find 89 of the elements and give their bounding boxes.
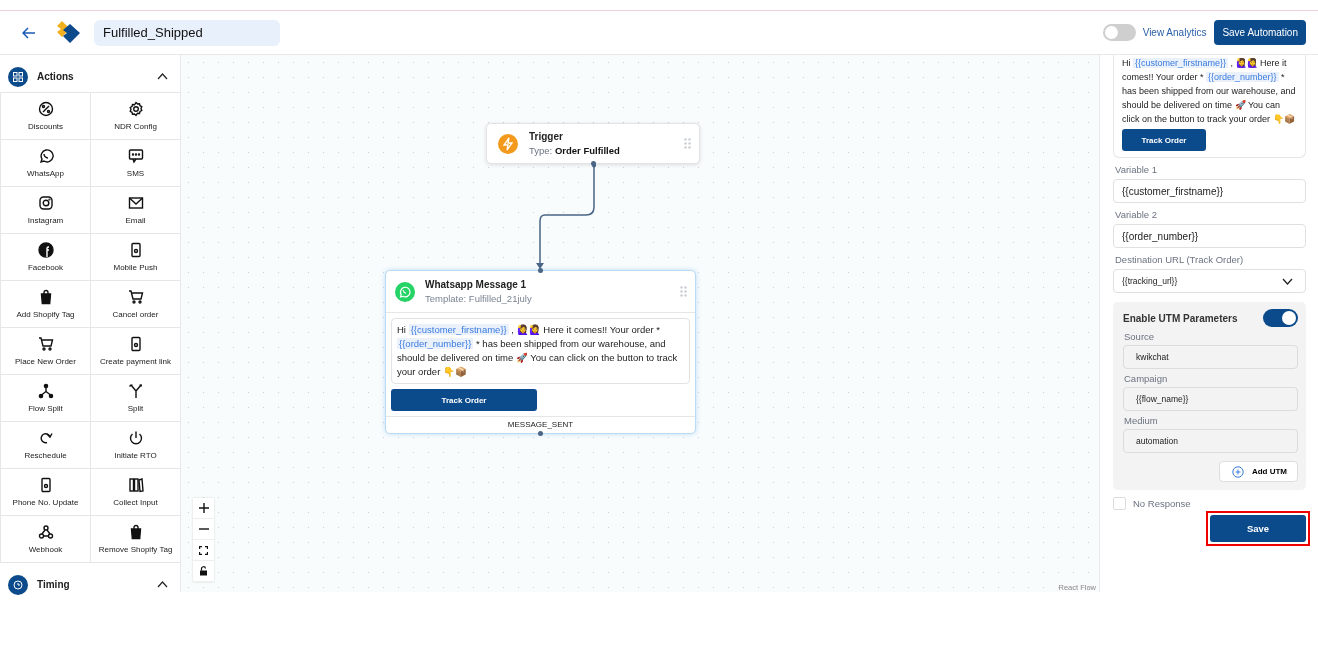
facebook-icon (37, 242, 54, 258)
drag-handle-icon[interactable] (684, 138, 691, 149)
envelope-icon (127, 195, 144, 211)
action-tile[interactable]: Discounts (1, 93, 90, 139)
action-tile[interactable]: NDR Config (91, 93, 180, 139)
grid-icon (8, 66, 28, 87)
view-analytics-label: View Analytics (1142, 27, 1207, 38)
chevron-down-icon (1282, 277, 1293, 285)
chevron-up-icon[interactable] (157, 73, 168, 80)
output-label: MESSAGE_SENT (386, 416, 695, 433)
section-title: Timing (37, 579, 71, 590)
utm-field[interactable]: automation (1123, 429, 1298, 453)
action-tile[interactable]: Reschedule (1, 422, 90, 468)
field-label: Medium (1124, 415, 1159, 426)
power-icon (127, 430, 144, 446)
section-title: Actions (37, 71, 75, 82)
drag-handle-icon[interactable] (680, 286, 687, 297)
zoom-out-button[interactable] (193, 519, 214, 540)
webhook-icon (37, 524, 54, 540)
instagram-icon (37, 195, 54, 211)
lock-icon (199, 566, 208, 576)
books-icon (127, 477, 144, 493)
node-title: Trigger (529, 131, 564, 142)
action-tile[interactable]: Cancel order (91, 281, 180, 327)
action-tile[interactable]: Add Shopify Tag (1, 281, 90, 327)
message-preview: Hi {{customer_firstname}} , 🙋‍♀🙋‍♀ Here it comes!! Your order * {{order_number}} * has been shipped from our warehouse, and should be delivered on time 🚀 You can click on the button to track your order 👇📦 (1122, 57, 1297, 126)
lightning-icon (497, 132, 519, 155)
action-tile[interactable]: Webhook (1, 516, 90, 562)
field-label: Source (1124, 331, 1156, 342)
fit-view-icon (199, 545, 208, 555)
utm-field[interactable]: {{flow_name}} (1123, 387, 1298, 411)
destination-url-dropdown[interactable]: {{tracking_url}} (1113, 269, 1306, 293)
action-tile[interactable]: Split (91, 375, 180, 421)
action-tile[interactable]: Mobile Push (91, 234, 180, 280)
percent-icon (37, 101, 54, 117)
action-tile[interactable]: Create payment link (91, 328, 180, 374)
whatsapp-icon (394, 280, 416, 303)
automation-name-field[interactable]: Fulfilled_Shipped (94, 19, 280, 46)
action-tile[interactable]: Place New Order (1, 328, 90, 374)
variable-field[interactable]: {{order_number}} (1113, 224, 1306, 248)
message-node[interactable] (385, 270, 696, 434)
chat-icon (127, 148, 144, 164)
template-name: Template: Fulfilled_21july (425, 293, 533, 304)
utm-toggle[interactable] (1263, 309, 1298, 327)
field-label: Variable 1 (1115, 164, 1159, 175)
utm-label: Enable UTM Parameters (1123, 312, 1238, 324)
variable-field[interactable]: {{customer_firstname}} (1113, 179, 1306, 203)
action-tile[interactable]: Phone No. Update (1, 469, 90, 515)
fit-view-button[interactable] (193, 540, 214, 561)
split-icon (37, 383, 54, 399)
field-label: Destination URL (Track Order) (1115, 254, 1245, 265)
lock-button[interactable] (193, 561, 214, 582)
chevron-up-icon[interactable] (157, 581, 168, 588)
analytics-toggle[interactable] (1102, 24, 1136, 41)
action-tile[interactable]: Facebook (1, 234, 90, 280)
no-response-label: No Response (1133, 498, 1191, 509)
trigger-type: Type: Order Fulfilled (529, 145, 621, 156)
add-utm-button[interactable]: Add UTM (1218, 461, 1298, 482)
action-tile[interactable]: Flow Split (1, 375, 90, 421)
redo-icon (37, 430, 54, 446)
field-label: Variable 2 (1115, 209, 1159, 220)
node-title: Whatsapp Message 1 (425, 279, 528, 290)
action-tile[interactable]: Instagram (1, 187, 90, 233)
plus-circle-icon (1231, 465, 1244, 478)
trigger-node[interactable]: Trigger Type: Order Fulfilled (486, 123, 700, 164)
message-preview: Hi {{customer_firstname}} , 🙋‍♀🙋‍♀ Here it comes!! Your order * {{order_number}} * has been shipped from our warehouse, and should be delivered on time 🚀 You can click on the button to track your order 👇📦 (391, 318, 690, 384)
cart-icon (37, 336, 54, 352)
action-tile[interactable]: Email (91, 187, 180, 233)
gear-icon (127, 101, 144, 117)
action-tile[interactable]: Collect Input (91, 469, 180, 515)
action-tile[interactable]: SMS (91, 140, 180, 186)
action-tile[interactable]: WhatsApp (1, 140, 90, 186)
field-label: Campaign (1124, 373, 1169, 384)
whatsapp-icon (37, 148, 54, 164)
logo-icon (56, 19, 82, 46)
save-automation-button[interactable]: Save Automation (1214, 20, 1306, 45)
track-order-button[interactable]: Track Order (1122, 129, 1206, 151)
save-button[interactable]: Save (1210, 515, 1306, 542)
cart-icon (127, 289, 144, 305)
fork-icon (127, 383, 144, 399)
action-tile[interactable]: Initiate RTO (91, 422, 180, 468)
track-order-button[interactable]: Track Order (391, 389, 537, 411)
zoom-in-button[interactable] (193, 498, 214, 519)
utm-field[interactable]: kwikchat (1123, 345, 1298, 369)
plus-icon (198, 503, 209, 513)
checkbox[interactable] (1113, 497, 1126, 510)
clock-icon (8, 574, 28, 595)
action-tile[interactable]: Remove Shopify Tag (91, 516, 180, 562)
arrow-left-icon (22, 26, 36, 39)
